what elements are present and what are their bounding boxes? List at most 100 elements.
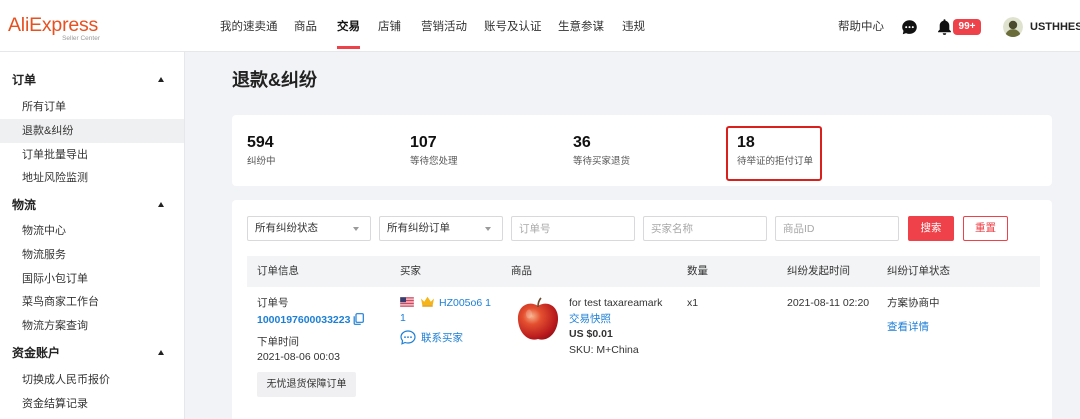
nav-business-advisor[interactable]: 生意参谋 — [558, 0, 604, 52]
aliexpress-logo[interactable]: AliExpress — [8, 13, 98, 37]
nav-my-aliexpress[interactable]: 我的速卖通 — [220, 0, 278, 52]
buyer-info: HZ005o6 11 — [399, 296, 494, 326]
sidebar-section-title: 资金账户 — [12, 346, 61, 360]
nav-label: 账号及认证 — [484, 21, 542, 33]
select-value: 所有纠纷状态 — [255, 222, 318, 234]
chat-icon[interactable] — [901, 19, 918, 36]
bell-icon[interactable] — [936, 18, 953, 36]
dispute-orders-select[interactable]: 所有纠纷订单 — [379, 216, 503, 241]
nav-active-underline — [337, 46, 360, 49]
worry-free-return-tag[interactable]: 无忧退货保障订单 — [257, 372, 356, 397]
order-number-label: 订单号 — [257, 297, 289, 309]
sidebar-item-all-orders[interactable]: 所有订单 — [0, 95, 184, 119]
nav-products[interactable]: 商品 — [294, 0, 317, 52]
sidebar-item-logistics-services[interactable]: 物流服务 — [0, 243, 184, 267]
sidebar: 订单 所有订单 退款&纠纷 订单批量导出 地址风险监测 物流 物流中心 物流服务… — [0, 52, 185, 419]
nav-label: 违规 — [622, 21, 645, 33]
product-price: US $0.01 — [569, 328, 613, 340]
sidebar-item-address-risk[interactable]: 地址风险监测 — [0, 166, 184, 190]
product-image[interactable] — [515, 296, 561, 343]
column-header-quantity: 数量 — [687, 265, 708, 277]
column-header-order-info: 订单信息 — [257, 265, 299, 277]
dispute-stats-card: 594 纠纷中 107 等待您处理 36 等待买家退货 18 待举证的拒付订单 — [232, 115, 1052, 186]
buyer-name-input[interactable] — [643, 216, 767, 241]
dispute-list-card: 所有纠纷状态 所有纠纷订单 搜索 重置 订单信息 买家 商品 数量 纠纷发起时间… — [232, 200, 1052, 419]
product-id-input[interactable] — [775, 216, 899, 241]
stat-value: 594 — [247, 134, 274, 151]
order-time-label: 下单时间 — [257, 336, 299, 348]
dispute-time-value: 2021-08-11 02:20 — [787, 297, 870, 309]
stat-value: 36 — [573, 134, 591, 151]
top-navigation-bar: AliExpress Seller Center 我的速卖通 商品 交易 店铺 … — [0, 0, 1080, 52]
select-value: 所有纠纷订单 — [387, 222, 450, 234]
sidebar-section-title: 物流 — [12, 198, 37, 212]
caret-up-icon[interactable] — [158, 350, 164, 355]
search-button[interactable]: 搜索 — [908, 216, 954, 241]
reset-button[interactable]: 重置 — [963, 216, 1008, 241]
column-header-dispute-time: 纠纷发起时间 — [787, 265, 850, 277]
nav-store[interactable]: 店铺 — [378, 0, 401, 52]
us-flag-icon — [399, 296, 415, 308]
sidebar-section-funds[interactable]: 资金账户 — [12, 341, 172, 365]
product-title: for test taxareamark — [569, 297, 663, 309]
chevron-down-icon — [485, 227, 491, 231]
stat-value: 107 — [410, 134, 437, 151]
sidebar-item-cainiao-workbench[interactable]: 菜鸟商家工作台 — [0, 290, 184, 314]
sidebar-item-rmb-pricing[interactable]: 切换成人民币报价 — [0, 368, 184, 392]
transaction-snapshot-link[interactable]: 交易快照 — [569, 312, 611, 326]
stat-awaiting-your-action[interactable]: 107 等待您处理 — [410, 115, 560, 186]
chevron-down-icon — [353, 227, 359, 231]
crown-icon — [420, 296, 435, 307]
page-title: 退款&纠纷 — [232, 70, 317, 90]
product-sku: SKU: M+China — [569, 344, 639, 356]
sidebar-item-intl-parcel-orders[interactable]: 国际小包订单 — [0, 267, 184, 291]
column-header-buyer: 买家 — [400, 265, 421, 277]
sidebar-section-title: 订单 — [12, 73, 37, 87]
dispute-status-value: 方案协商中 — [887, 297, 940, 309]
copy-icon[interactable] — [353, 313, 365, 325]
nav-label: 我的速卖通 — [220, 21, 278, 33]
column-header-dispute-status: 纠纷订单状态 — [887, 265, 950, 277]
sidebar-item-refunds-disputes[interactable]: 退款&纠纷 — [0, 119, 184, 143]
sidebar-item-bulk-export[interactable]: 订单批量导出 — [0, 143, 184, 167]
chat-bubble-icon[interactable] — [400, 330, 416, 345]
dispute-status-select[interactable]: 所有纠纷状态 — [247, 216, 371, 241]
nav-account[interactable]: 账号及认证 — [484, 0, 542, 52]
stat-awaiting-buyer-return[interactable]: 36 等待买家退货 — [573, 115, 723, 186]
order-number-input[interactable] — [511, 216, 635, 241]
seller-center-logo-subtitle: Seller Center — [62, 35, 100, 42]
stat-label: 纠纷中 — [247, 156, 276, 167]
nav-marketing[interactable]: 营销活动 — [421, 0, 467, 52]
nav-label: 生意参谋 — [558, 21, 604, 33]
view-details-link[interactable]: 查看详情 — [887, 320, 929, 334]
nav-label: 营销活动 — [421, 21, 467, 33]
sidebar-item-logistics-center[interactable]: 物流中心 — [0, 219, 184, 243]
notification-count-badge[interactable]: 99+ — [953, 19, 981, 35]
sidebar-item-settlement-records[interactable]: 资金结算记录 — [0, 392, 184, 416]
column-header-product: 商品 — [511, 265, 532, 277]
order-time-value: 2021-08-06 00:03 — [257, 351, 340, 363]
stat-chargeback-evidence-pending[interactable]: 18 待举证的拒付订单 — [737, 115, 887, 186]
sidebar-section-logistics[interactable]: 物流 — [12, 193, 172, 217]
order-number-line: 1000197600033223 — [257, 313, 365, 327]
contact-buyer-link[interactable]: 联系买家 — [421, 331, 463, 345]
stat-in-dispute[interactable]: 594 纠纷中 — [247, 115, 397, 186]
table-header: 订单信息 买家 商品 数量 纠纷发起时间 纠纷订单状态 — [247, 256, 1040, 287]
stat-label: 待举证的拒付订单 — [737, 156, 814, 167]
nav-violations[interactable]: 违规 — [622, 0, 645, 52]
help-center-link[interactable]: 帮助中心 — [838, 0, 884, 54]
nav-label: 商品 — [294, 21, 317, 33]
caret-up-icon[interactable] — [158, 77, 164, 82]
order-number-link[interactable]: 1000197600033223 — [257, 314, 350, 326]
quantity-value: x1 — [687, 297, 699, 309]
stat-label: 等待买家退货 — [573, 156, 631, 167]
user-avatar[interactable] — [1003, 17, 1023, 37]
sidebar-section-orders[interactable]: 订单 — [12, 68, 172, 92]
user-name[interactable]: USTHHES — [1030, 0, 1080, 54]
stat-label: 等待您处理 — [410, 156, 458, 167]
caret-up-icon[interactable] — [158, 202, 164, 207]
nav-label: 交易 — [337, 21, 360, 33]
sidebar-item-logistics-plan-query[interactable]: 物流方案查询 — [0, 314, 184, 338]
nav-transactions[interactable]: 交易 — [337, 0, 360, 52]
nav-label: 店铺 — [378, 21, 401, 33]
